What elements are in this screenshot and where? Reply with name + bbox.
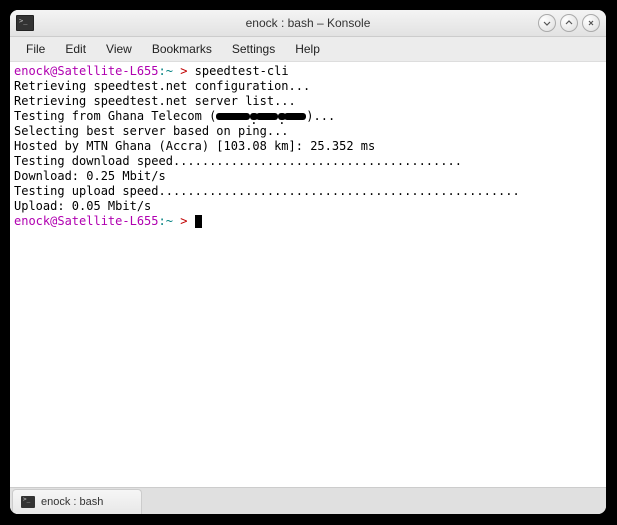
window-controls xyxy=(538,14,600,32)
konsole-window: enock : bash – Konsole File Edit View Bo… xyxy=(10,10,606,514)
output-line: Retrieving speedtest.net server list... xyxy=(14,94,296,108)
prompt-symbol: > xyxy=(180,214,187,228)
minimize-button[interactable] xyxy=(538,14,556,32)
terminal-icon xyxy=(21,496,35,508)
tab-label: enock : bash xyxy=(41,496,103,508)
titlebar[interactable]: enock : bash – Konsole xyxy=(10,10,606,37)
output-line: Download: 0.25 Mbit/s xyxy=(14,169,166,183)
app-icon xyxy=(16,15,34,31)
menu-file[interactable]: File xyxy=(16,39,55,59)
maximize-button[interactable] xyxy=(560,14,578,32)
menu-view[interactable]: View xyxy=(96,39,142,59)
output-line: Upload: 0.05 Mbit/s xyxy=(14,199,151,213)
output-line: )... xyxy=(306,109,335,123)
menu-help[interactable]: Help xyxy=(285,39,330,59)
prompt-path: :~ xyxy=(159,214,181,228)
output-line: Hosted by MTN Ghana (Accra) [103.08 km]:… xyxy=(14,139,375,153)
terminal-output[interactable]: enock@Satellite-L655:~ > speedtest-cli R… xyxy=(10,62,606,487)
prompt-path: :~ xyxy=(159,64,181,78)
prompt-host: enock@Satellite-L655 xyxy=(14,64,159,78)
output-line: Testing from Ghana Telecom ( xyxy=(14,109,216,123)
tab-session[interactable]: enock : bash xyxy=(12,489,142,514)
output-line: Testing download speed..................… xyxy=(14,154,462,168)
menu-bookmarks[interactable]: Bookmarks xyxy=(142,39,222,59)
tab-bar: enock : bash xyxy=(10,487,606,514)
menubar: File Edit View Bookmarks Settings Help xyxy=(10,37,606,62)
redacted-ip: .. xyxy=(216,112,306,122)
output-line: Testing upload speed....................… xyxy=(14,184,520,198)
output-line: Selecting best server based on ping... xyxy=(14,124,289,138)
prompt-host: enock@Satellite-L655 xyxy=(14,214,159,228)
menu-settings[interactable]: Settings xyxy=(222,39,285,59)
prompt-symbol: > xyxy=(180,64,187,78)
command-text: speedtest-cli xyxy=(195,64,289,78)
window-title: enock : bash – Konsole xyxy=(10,16,606,30)
close-button[interactable] xyxy=(582,14,600,32)
cursor xyxy=(195,215,202,228)
output-line: Retrieving speedtest.net configuration..… xyxy=(14,79,310,93)
menu-edit[interactable]: Edit xyxy=(55,39,96,59)
